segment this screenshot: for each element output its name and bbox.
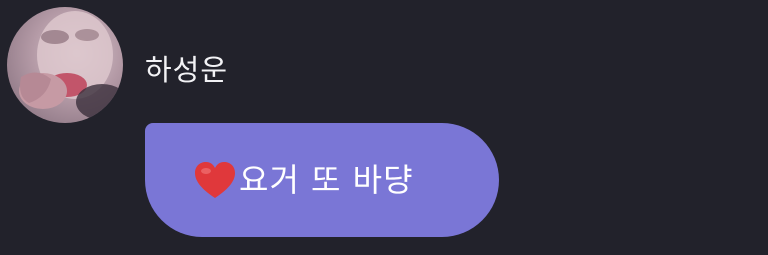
red-heart-icon: [193, 160, 237, 200]
chat-message: 하성운 요거 또 바댱: [0, 0, 768, 255]
avatar-photo: [19, 11, 123, 120]
message-bubble[interactable]: 요거 또 바댱: [145, 123, 499, 237]
sender-name: 하성운: [145, 53, 229, 87]
avatar[interactable]: [7, 7, 123, 123]
message-text: 요거 또 바댱: [239, 161, 414, 199]
bubble-content: 요거 또 바댱: [193, 123, 414, 237]
